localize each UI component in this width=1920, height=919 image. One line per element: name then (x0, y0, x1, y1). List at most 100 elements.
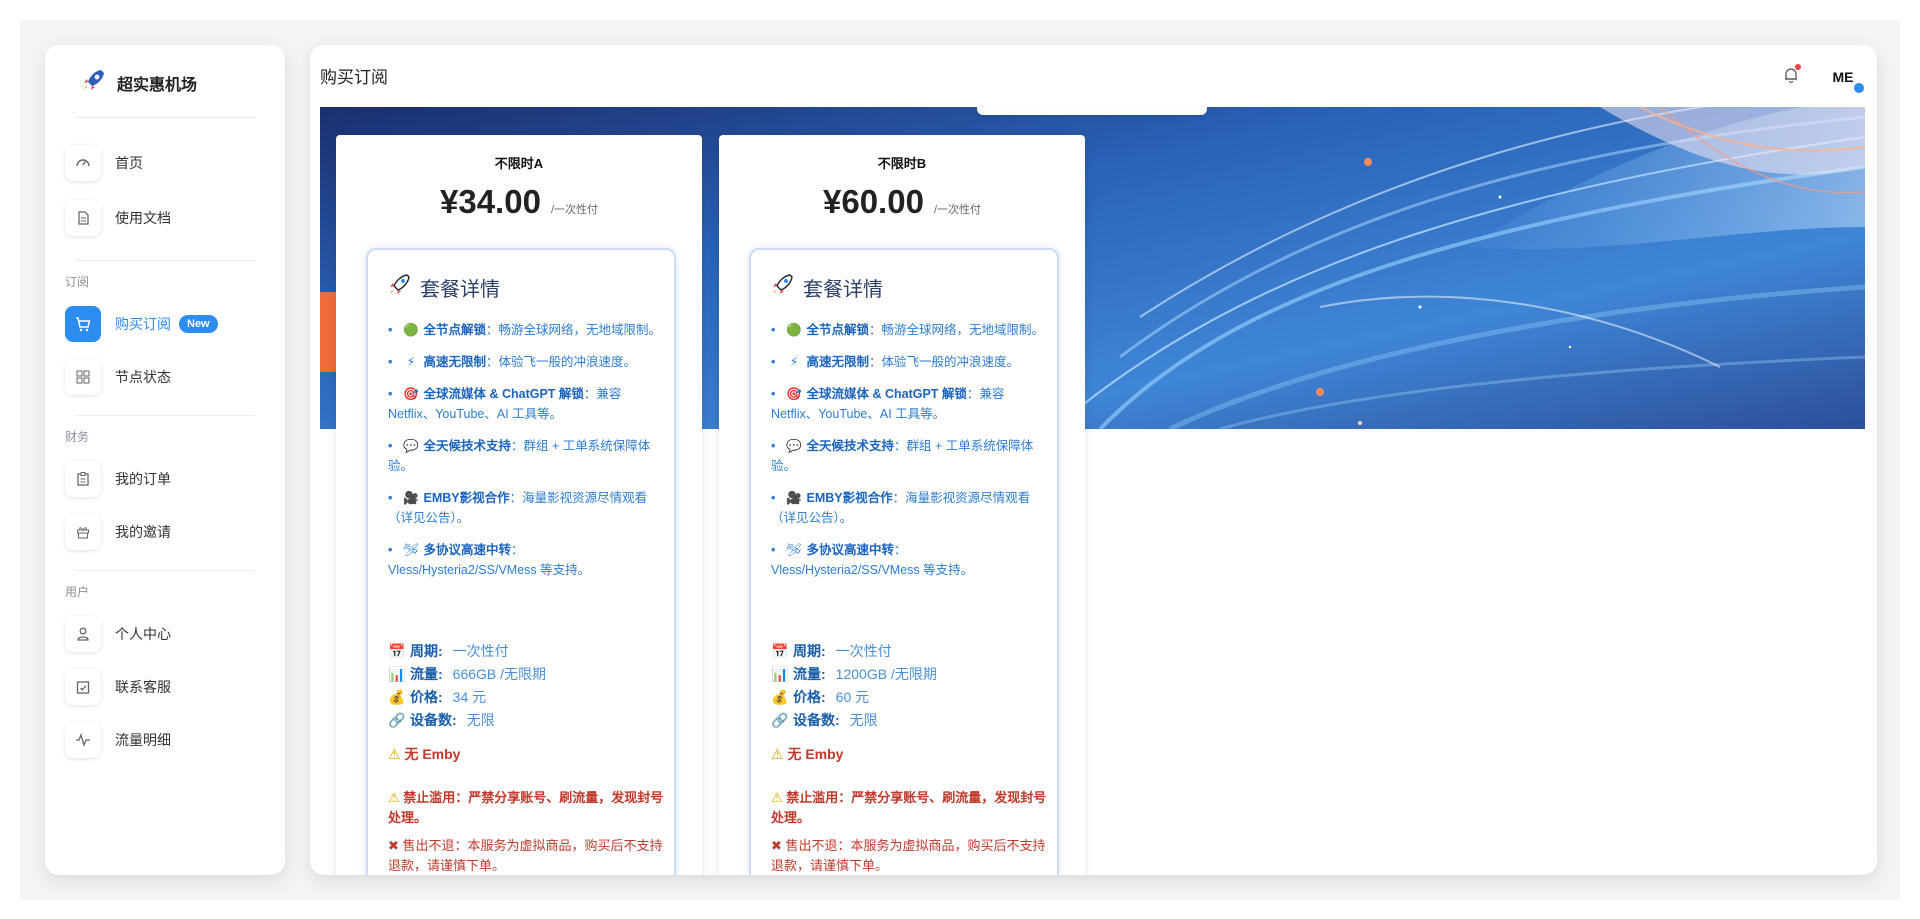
plan-details-box: 套餐详情 • 🟢 全节点解锁：畅游全球网络，无地域限制。 • ⚡ 高速无限制：体验飞… (366, 248, 676, 875)
document-icon (65, 200, 101, 236)
no-refund-notice: ✖ 售出不退：本服务为虚拟商品，购买后不支持退款，请谨慎下单。 (771, 838, 1046, 873)
plan-price: ¥60.00 (823, 183, 924, 220)
pulse-icon (65, 722, 101, 758)
warning-icon: ⚠ (388, 746, 401, 762)
globe-icon: 🟢 (403, 323, 419, 337)
abuse-warning: ⚠ 禁止滥用：严禁分享账号、刷流量，发现封号处理。 (771, 790, 1047, 825)
plan-specs: 📅 周期: 一次性付 📊 流量: 1200GB /无限期 💰 价格: 60 元 🔗 设备数: 无… (771, 640, 1047, 732)
target-icon: 🎯 (786, 387, 802, 401)
grid-icon (65, 359, 101, 395)
period-value: 一次性付 (452, 643, 509, 659)
lightning-icon: ⚡ (789, 355, 799, 369)
list-item: • 🎯 全球流媒体 & ChatGPT 解锁：兼容 Netflix、YouTube… (388, 384, 664, 424)
price-unit: /一次性付 (550, 204, 598, 216)
section-label-finance: 财务 (65, 430, 90, 444)
list-item: • ⚡ 高速无限制：体验飞一般的冲浪速度。 (388, 352, 664, 372)
plan-card[interactable]: 不限时A ¥34.00 /一次性付 套餐详情 • 🟢 全节点解锁：畅游全球网络，无… (336, 135, 702, 875)
chat-bubble-icon: 💬 (786, 439, 802, 453)
warning-icon: ⚠ (771, 746, 784, 762)
plan-card[interactable]: 不限时B ¥60.00 /一次性付 套餐详情 • 🟢 全节点解锁：畅游全球网络，无… (719, 135, 1085, 875)
nav-node-status[interactable]: 节点状态 (65, 359, 265, 395)
list-item: • ⚡ 高速无限制：体验飞一般的冲浪速度。 (771, 352, 1047, 372)
clipboard-icon (65, 461, 101, 497)
nav-docs[interactable]: 使用文档 (65, 200, 265, 236)
nav-support-label: 联系客服 (115, 679, 171, 695)
nav-nodes-label: 节点状态 (115, 369, 171, 385)
user-icon (65, 616, 101, 652)
notification-dot (1795, 64, 1801, 70)
no-emby-warning: ⚠ 无 Emby (771, 746, 844, 762)
plan-name: 不限时A (494, 156, 544, 171)
chat-bubble-icon: 💬 (403, 439, 419, 453)
list-item: • 🎯 全球流媒体 & ChatGPT 解锁：兼容 Netflix、YouTube… (771, 384, 1047, 424)
scroll-handle[interactable] (977, 107, 1207, 115)
nav-buy-subscription[interactable]: 购买订阅 New (65, 306, 265, 342)
divider (75, 260, 255, 261)
link-icon: 🔗 (771, 712, 789, 728)
cart-icon (65, 306, 101, 342)
list-item: • 🎥 EMBY影视合作：海量影视资源尽情观看（详见公告）。 (388, 488, 664, 528)
price-value: 34 元 (452, 689, 487, 705)
price-value: 60 元 (835, 689, 870, 705)
feature-list: • 🟢 全节点解锁：畅游全球网络，无地域限制。 • ⚡ 高速无限制：体验飞一般的冲浪… (771, 320, 1047, 592)
period-value: 一次性付 (835, 643, 892, 659)
section-label-user: 用户 (65, 585, 90, 599)
traffic-value: 1200GB /无限期 (835, 666, 937, 682)
video-camera-icon: 🎥 (786, 491, 802, 505)
nav-traffic-label: 流量明细 (115, 732, 171, 748)
nav-support[interactable]: 联系客服 (65, 669, 265, 705)
new-badge: New (179, 315, 218, 333)
gift-icon (65, 514, 101, 550)
list-item: • 🛩 多协议高速中转：Vless/Hysteria2/SS/VMess 等支持。 (388, 540, 664, 580)
divider (75, 570, 255, 571)
no-emby-warning: ⚠ 无 Emby (388, 746, 461, 762)
cross-icon: ✖ (771, 838, 782, 853)
list-item: • 🎥 EMBY影视合作：海量影视资源尽情观看（详见公告）。 (771, 488, 1047, 528)
nav-profile[interactable]: 个人中心 (65, 616, 265, 652)
lightning-icon: ⚡ (406, 355, 416, 369)
nav-home[interactable]: 首页 (65, 145, 265, 181)
brand[interactable]: 超实惠机场 (81, 67, 197, 98)
warning-icon: ⚠ (771, 790, 783, 805)
cross-icon: ✖ (388, 838, 399, 853)
nav-profile-label: 个人中心 (115, 626, 171, 642)
price-unit: /一次性付 (933, 204, 981, 216)
nav-my-invites[interactable]: 我的邀请 (65, 514, 265, 550)
divider (75, 117, 255, 118)
rocket-icon (388, 272, 412, 302)
video-camera-icon: 🎥 (403, 491, 419, 505)
list-item: • 🟢 全节点解锁：畅游全球网络，无地域限制。 (771, 320, 1047, 340)
plan-details-box: 套餐详情 • 🟢 全节点解锁：畅游全球网络，无地域限制。 • ⚡ 高速无限制：体验飞… (749, 248, 1059, 875)
plan-specs: 📅 周期: 一次性付 📊 流量: 666GB /无限期 💰 价格: 34 元 🔗 设备数: 无限 (388, 640, 664, 732)
brand-name: 超实惠机场 (117, 76, 198, 94)
airplane-icon: 🛩 (403, 543, 419, 557)
page-title: 购买订阅 (320, 68, 388, 87)
plan-price: ¥34.00 (440, 183, 541, 220)
bar-chart-icon: 📊 (388, 666, 406, 682)
airplane-icon: 🛩 (786, 543, 802, 557)
section-label-subscribe: 订阅 (65, 275, 90, 289)
nav-my-orders[interactable]: 我的订单 (65, 461, 265, 497)
nav-traffic-detail[interactable]: 流量明细 (65, 722, 265, 758)
divider (75, 415, 255, 416)
target-icon: 🎯 (403, 387, 419, 401)
rocket-logo-icon (81, 67, 107, 98)
main-panel: 购买订阅 ME 不限时A ¥34.00 /一次性付 套餐详情 • 🟢 全节点解锁… (310, 45, 1877, 875)
money-bag-icon: 💰 (388, 689, 406, 705)
no-refund-notice: ✖ 售出不退：本服务为虚拟商品，购买后不支持退款，请谨慎下单。 (388, 838, 663, 873)
plan-name: 不限时B (877, 156, 927, 171)
feature-list: • 🟢 全节点解锁：畅游全球网络，无地域限制。 • ⚡ 高速无限制：体验飞一般的冲浪… (388, 320, 664, 592)
check-calendar-icon (65, 669, 101, 705)
nav-docs-label: 使用文档 (115, 210, 171, 226)
warning-icon: ⚠ (388, 790, 400, 805)
globe-icon: 🟢 (786, 323, 802, 337)
money-bag-icon: 💰 (771, 689, 789, 705)
online-status-dot (1854, 83, 1864, 93)
abuse-warning: ⚠ 禁止滥用：严禁分享账号、刷流量，发现封号处理。 (388, 790, 664, 825)
details-title: 套餐详情 (803, 278, 883, 301)
nav-orders-label: 我的订单 (115, 471, 171, 487)
devices-value: 无限 (466, 712, 495, 728)
sidebar: 超实惠机场 首页 使用文档 订阅 购买订阅 New 节点状态 财务 我的订单 我… (45, 45, 285, 875)
bar-chart-icon: 📊 (771, 666, 789, 682)
nav-home-label: 首页 (115, 155, 143, 171)
